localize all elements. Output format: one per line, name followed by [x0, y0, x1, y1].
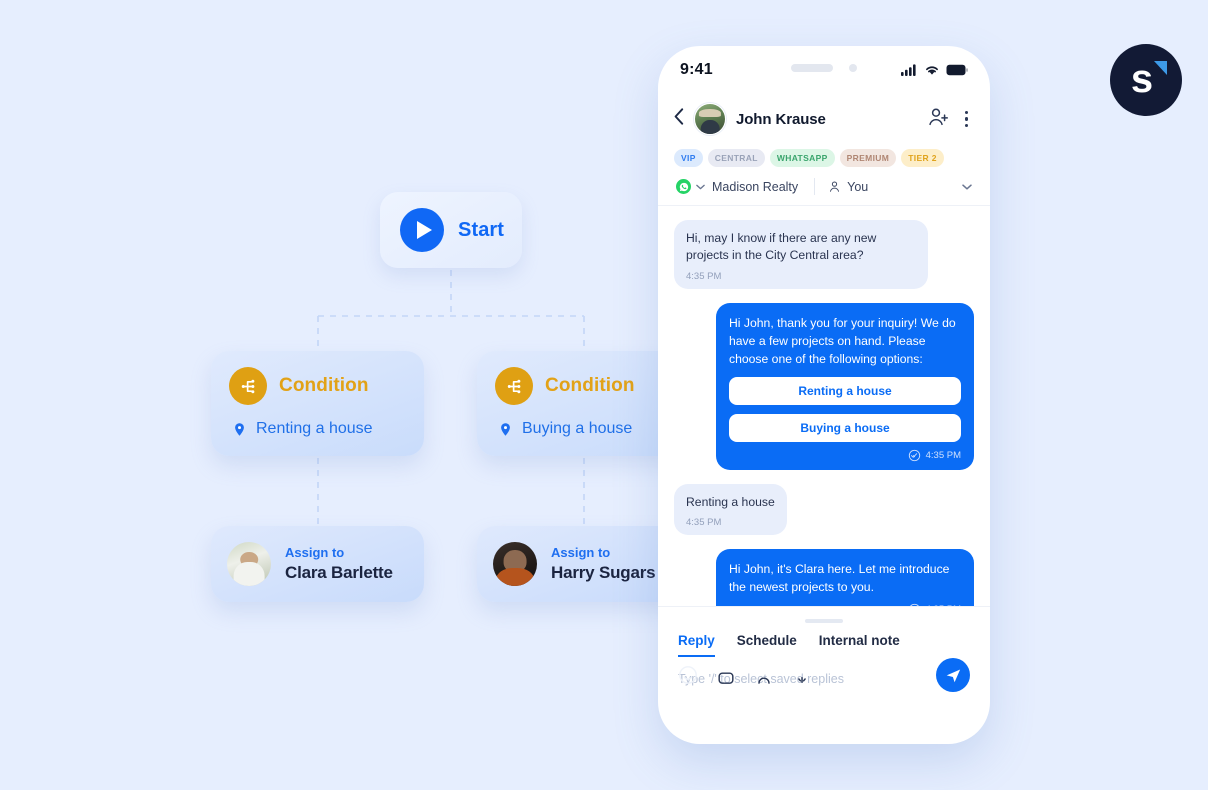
quick-reply-option-renting[interactable]: Renting a house: [729, 376, 961, 405]
avatar: [493, 542, 537, 586]
chat-header: John Krause: [658, 94, 990, 140]
composer-tabs: Reply Schedule Internal note: [658, 633, 990, 657]
message-time: 4:35 PM: [686, 517, 722, 529]
brand-logo: s: [1110, 44, 1182, 116]
message-text: Hi, may I know if there are any new proj…: [686, 231, 877, 263]
assign-name: Clara Barlette: [285, 563, 393, 582]
message-text: Hi John, thank you for your inquiry! We …: [729, 315, 956, 366]
assign-kicker: Assign to: [551, 545, 611, 560]
channel-name[interactable]: Madison Realty: [712, 180, 798, 194]
assign-kicker: Assign to: [285, 545, 345, 560]
message-row-incoming: Hi, may I know if there are any new proj…: [674, 220, 974, 289]
image-icon[interactable]: [754, 665, 774, 685]
condition-value: Renting a house: [256, 420, 373, 437]
avatar[interactable]: [694, 103, 726, 135]
add-person-icon[interactable]: [928, 107, 949, 131]
emoji-icon[interactable]: [678, 665, 698, 685]
composer-toolbar: [658, 658, 990, 692]
condition-title: Condition: [279, 375, 369, 396]
chevron-down-icon[interactable]: [962, 183, 972, 190]
message-composer: Reply Schedule Internal note Type '/' to…: [658, 606, 990, 692]
message-bubble: Hi John, it's Clara here. Let me introdu…: [716, 549, 974, 606]
whatsapp-icon: [676, 179, 691, 194]
contact-name: John Krause: [736, 110, 826, 128]
message-bubble: Renting a house 4:35 PM: [674, 483, 787, 536]
condition-value: Buying a house: [522, 420, 633, 437]
chevron-down-icon[interactable]: [696, 184, 705, 190]
status-badge[interactable]: WHATSAPP: [769, 149, 835, 167]
flow-node-start-label: Start: [458, 218, 505, 241]
tab-reply[interactable]: Reply: [678, 633, 715, 657]
flow-node-condition-renting[interactable]: Condition Renting a house: [211, 351, 424, 456]
attachment-icon[interactable]: [716, 665, 736, 685]
branch-icon: [495, 367, 533, 405]
read-receipt-icon: [908, 449, 921, 462]
status-badge[interactable]: VIP: [674, 149, 703, 167]
message-row-outgoing: Hi John, it's Clara here. Let me introdu…: [674, 549, 974, 606]
status-badge[interactable]: PREMIUM: [839, 149, 897, 167]
quick-reply-option-buying[interactable]: Buying a house: [729, 413, 961, 442]
flow-node-start[interactable]: Start: [380, 192, 522, 268]
assignee-name[interactable]: You: [847, 180, 868, 194]
phone-mockup: 9:41 John Krause VIP CENTRAL WHATSAPP PR…: [658, 46, 990, 744]
chevron-left-icon[interactable]: [674, 108, 684, 130]
flow-node-assign-clara[interactable]: Assign to Clara Barlette: [211, 526, 424, 602]
brand-logo-letter: s: [1130, 57, 1154, 101]
speaker-grill-icon: [791, 64, 833, 72]
person-icon: [828, 180, 841, 193]
branch-icon: [229, 367, 267, 405]
message-text: Hi John, it's Clara here. Let me introdu…: [729, 562, 950, 595]
send-icon[interactable]: [936, 658, 970, 692]
status-bar: 9:41: [658, 46, 990, 94]
brand-logo-flag-icon: [1154, 61, 1167, 75]
front-camera-icon: [849, 64, 857, 72]
contact-tags: VIP CENTRAL WHATSAPP PREMIUM TIER 2: [658, 140, 990, 167]
drag-handle[interactable]: [805, 619, 843, 623]
message-row-incoming: Renting a house 4:35 PM: [674, 483, 974, 536]
location-pin-icon: [501, 422, 510, 436]
location-pin-icon: [235, 422, 244, 436]
avatar: [227, 542, 271, 586]
status-badge[interactable]: CENTRAL: [707, 149, 765, 167]
template-icon[interactable]: [792, 665, 812, 685]
kebab-menu-icon[interactable]: [963, 109, 970, 129]
channel-selector-row: Madison Realty You: [658, 167, 990, 206]
message-bubble: Hi, may I know if there are any new proj…: [674, 220, 928, 289]
message-time: 4:35 PM: [925, 449, 961, 461]
phone-notch: [658, 64, 990, 72]
message-time: 4:35 PM: [686, 270, 722, 282]
assign-name: Harry Sugars: [551, 563, 656, 582]
message-list[interactable]: Hi, may I know if there are any new proj…: [658, 206, 990, 606]
flow-canvas: Start Condition Renting a house Conditio…: [0, 0, 720, 790]
condition-title: Condition: [545, 375, 635, 396]
message-bubble: Hi John, thank you for your inquiry! We …: [716, 302, 974, 470]
tab-schedule[interactable]: Schedule: [737, 633, 797, 657]
message-row-outgoing: Hi John, thank you for your inquiry! We …: [674, 302, 974, 470]
divider: [814, 178, 816, 195]
tab-internal-note[interactable]: Internal note: [819, 633, 900, 657]
play-icon: [400, 208, 444, 252]
status-badge[interactable]: TIER 2: [901, 149, 944, 167]
message-text: Renting a house: [686, 494, 775, 509]
